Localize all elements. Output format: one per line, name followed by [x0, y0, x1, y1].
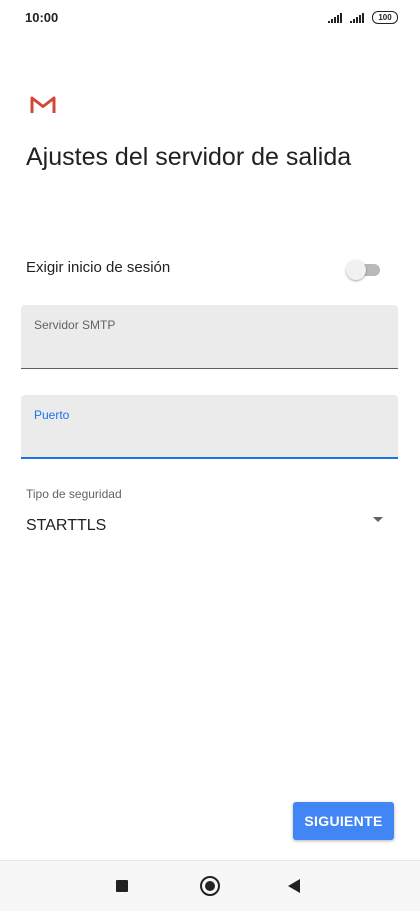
smtp-server-field[interactable]: Servidor SMTP [21, 305, 398, 369]
toggle-thumb [346, 260, 366, 280]
status-bar: 10:00 100 [0, 0, 420, 36]
port-label: Puerto [34, 408, 70, 422]
next-button[interactable]: SIGUIENTE [293, 802, 394, 840]
recents-icon[interactable] [116, 880, 128, 892]
port-input[interactable] [34, 428, 384, 450]
status-time: 10:00 [25, 10, 59, 25]
navigation-bar [0, 860, 420, 911]
smtp-server-input[interactable] [34, 338, 384, 360]
home-icon[interactable] [200, 876, 220, 896]
port-field[interactable]: Puerto [21, 395, 398, 459]
smtp-server-label: Servidor SMTP [34, 318, 116, 332]
require-login-label: Exigir inicio de sesión [26, 259, 171, 276]
battery-icon: 100 [372, 11, 398, 24]
back-icon[interactable] [288, 879, 300, 893]
signal-icon [350, 12, 366, 23]
page-title: Ajustes del servidor de salida [26, 143, 352, 171]
security-type-select[interactable]: STARTTLS [26, 508, 388, 542]
signal-icon [328, 12, 344, 23]
security-type-value: STARTTLS [26, 517, 107, 534]
require-login-row: Exigir inicio de sesión [26, 254, 384, 282]
require-login-toggle[interactable] [346, 258, 382, 280]
security-type-label: Tipo de seguridad [26, 487, 122, 501]
status-icons: 100 [328, 11, 398, 24]
dropdown-arrow-icon [373, 517, 383, 522]
gmail-logo [30, 96, 56, 113]
